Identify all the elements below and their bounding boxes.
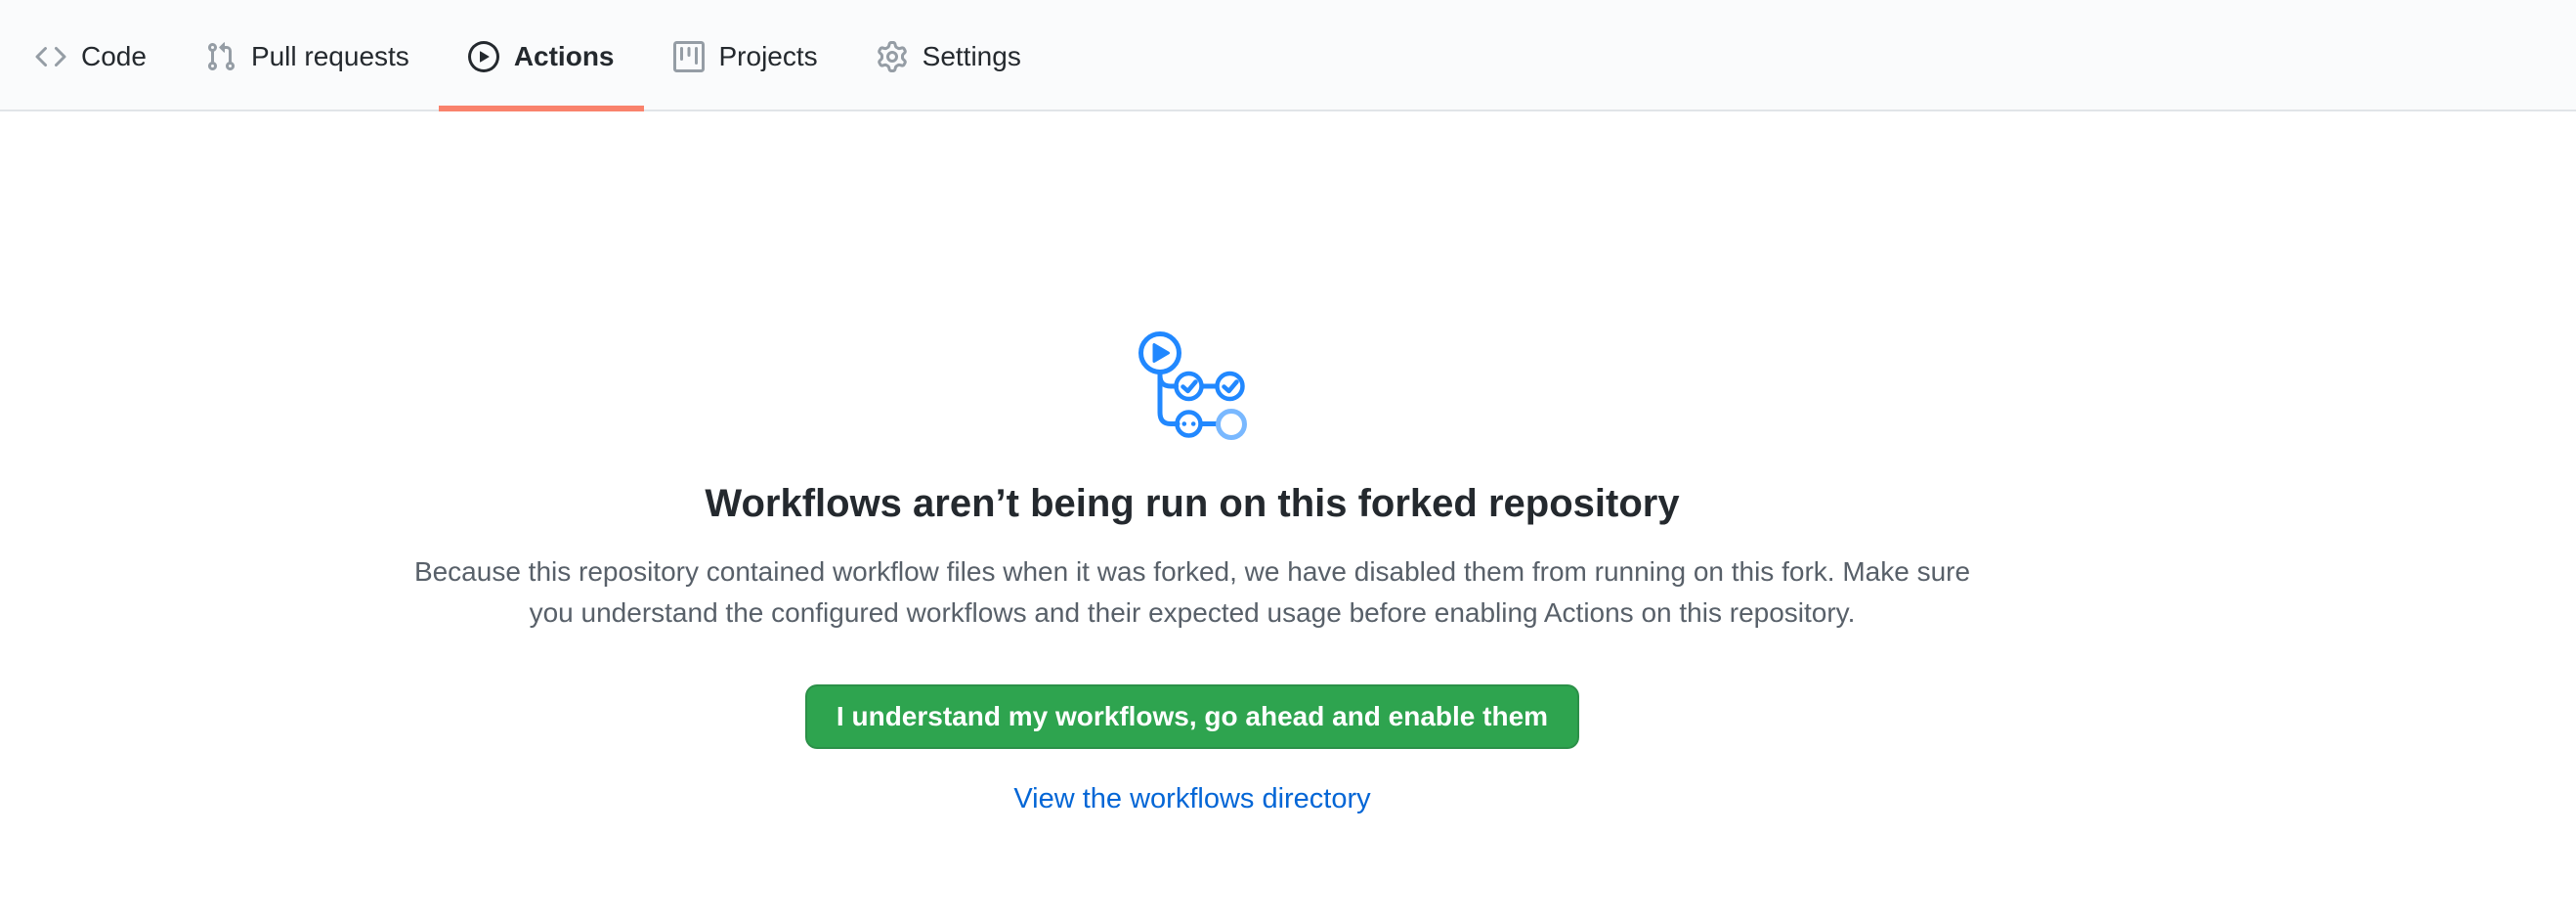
gear-icon bbox=[877, 41, 908, 72]
repo-nav: Code Pull requests Actions Projects Sett… bbox=[0, 0, 2576, 111]
code-icon bbox=[35, 41, 66, 72]
tab-projects[interactable]: Projects bbox=[644, 0, 847, 111]
tab-pull-requests[interactable]: Pull requests bbox=[176, 0, 439, 111]
tab-label: Actions bbox=[514, 43, 615, 70]
workflow-graph-icon bbox=[1138, 330, 1247, 440]
workflows-directory-link-row: View the workflows directory bbox=[1013, 784, 1370, 813]
tab-code[interactable]: Code bbox=[6, 0, 176, 111]
play-circle-icon bbox=[468, 41, 499, 72]
blankslate-title: Workflows aren’t being run on this forke… bbox=[705, 479, 1679, 528]
view-workflows-directory-link[interactable]: View the workflows directory bbox=[1013, 783, 1370, 814]
tab-label: Pull requests bbox=[251, 43, 409, 70]
tab-settings[interactable]: Settings bbox=[847, 0, 1051, 111]
git-pull-request-icon bbox=[205, 41, 236, 72]
actions-blankslate: Workflows aren’t being run on this forke… bbox=[0, 111, 2384, 813]
tab-label: Projects bbox=[719, 43, 818, 70]
project-board-icon bbox=[673, 41, 705, 72]
blankslate-description: Because this repository contained workfl… bbox=[401, 551, 1984, 634]
tab-label: Settings bbox=[923, 43, 1021, 70]
tab-label: Code bbox=[81, 43, 147, 70]
enable-workflows-button[interactable]: I understand my workflows, go ahead and … bbox=[805, 684, 1579, 749]
tab-actions[interactable]: Actions bbox=[439, 0, 644, 111]
